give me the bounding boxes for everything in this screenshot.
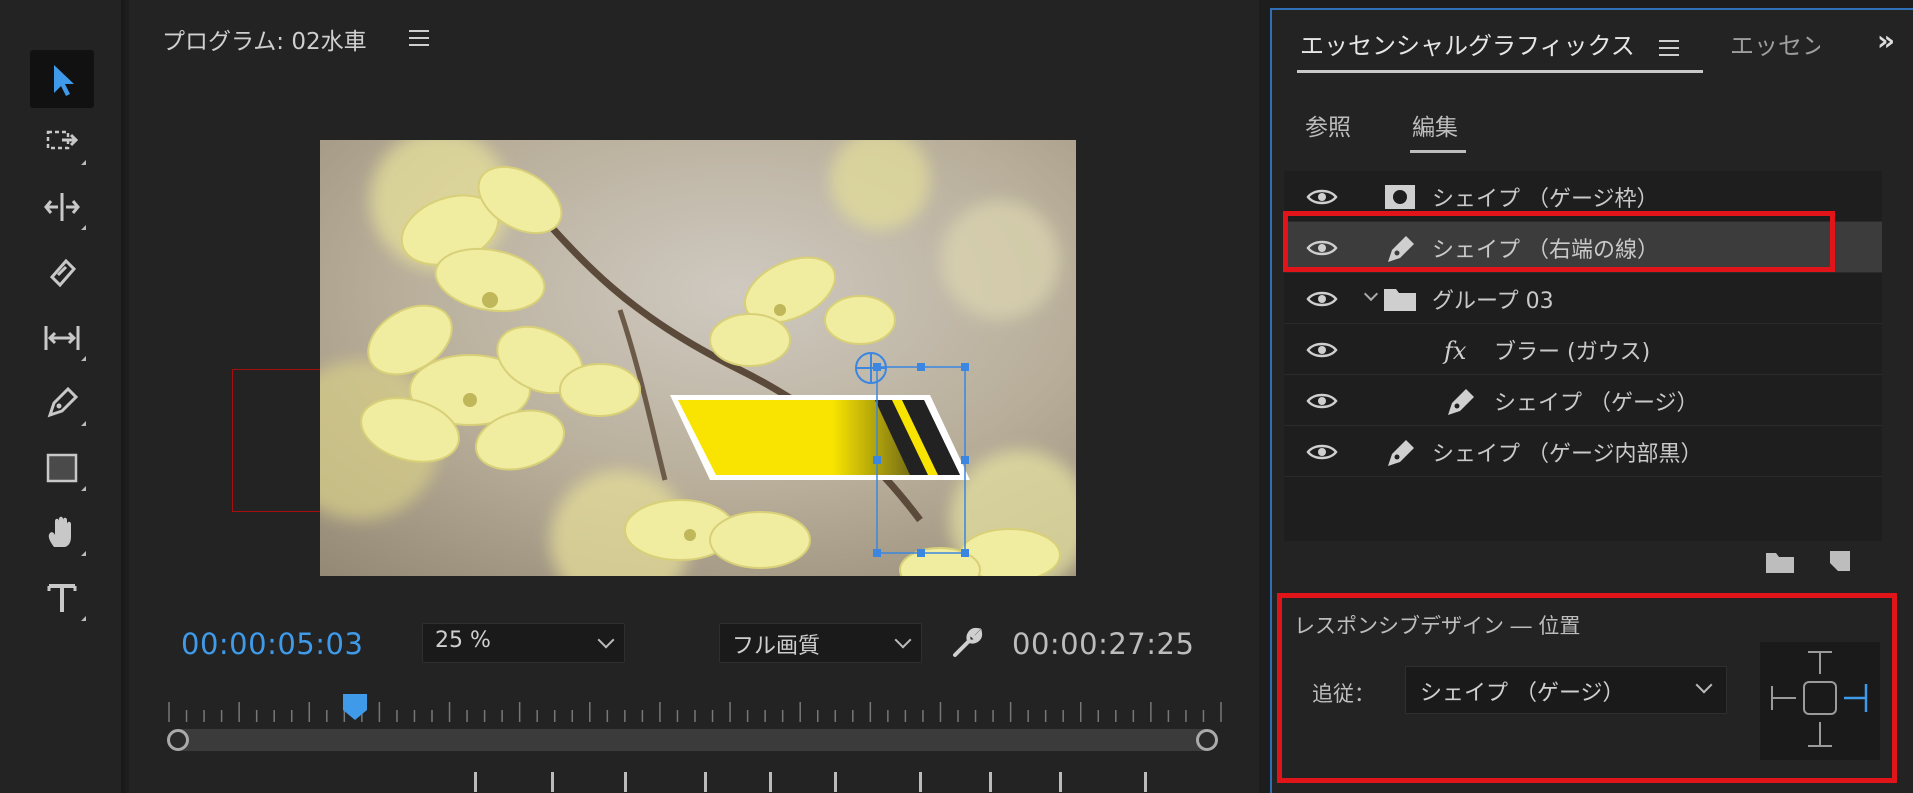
razor-tool[interactable]	[30, 244, 94, 302]
track-select-icon	[46, 130, 79, 150]
zoom-select-value: 25 %	[435, 628, 491, 653]
pen-tool[interactable]	[30, 374, 94, 432]
chevron-double-right-icon[interactable]: »	[1877, 24, 1895, 57]
eye-icon[interactable]	[1306, 340, 1338, 360]
mark-in-button[interactable]	[474, 772, 488, 792]
go-to-in-button[interactable]	[624, 772, 638, 792]
mark-out-button[interactable]	[551, 772, 565, 792]
active-tab-indicator	[1297, 70, 1703, 73]
tab-essential-sound[interactable]: エッセン	[1730, 26, 1820, 61]
monitor-title: プログラム: 02水車	[162, 29, 367, 55]
scroll-end-handle[interactable]	[1196, 729, 1218, 751]
layer-actions	[1272, 541, 1882, 581]
layer-name: シェイプ （ゲージ）	[1494, 391, 1699, 416]
layer-name: シェイプ （ゲージ内部黒）	[1432, 442, 1703, 467]
responsive-design-title: レスポンシブデザイン ― 位置	[1294, 614, 1581, 638]
type-tool[interactable]	[30, 569, 94, 627]
slip-tool[interactable]	[30, 309, 94, 367]
lift-button[interactable]	[919, 772, 933, 792]
rectangle-icon	[46, 453, 78, 483]
playhead-handle[interactable]	[341, 692, 369, 722]
slip-icon	[44, 326, 80, 350]
zoom-select[interactable]: 25 %	[422, 623, 625, 663]
layer-row[interactable]: シェイプ （ゲージ）	[1284, 375, 1882, 426]
pen-icon	[47, 386, 79, 418]
layer-name: ブラー (ガウス)	[1494, 340, 1651, 365]
layer-row[interactable]: fx ブラー (ガウス)	[1284, 324, 1882, 375]
mask-icon	[1385, 185, 1415, 209]
quality-select[interactable]: フル画質	[719, 623, 922, 663]
panel-menu-icon[interactable]	[1659, 40, 1679, 58]
export-frame-button[interactable]	[1059, 772, 1073, 792]
layer-name: グループ 03	[1432, 289, 1554, 314]
scroll-start-handle[interactable]	[167, 729, 189, 751]
ripple-edit-tool[interactable]	[30, 178, 94, 236]
button-editor-button[interactable]	[1144, 772, 1158, 792]
extract-button[interactable]	[989, 772, 1003, 792]
subtab-browse[interactable]: 参照	[1305, 108, 1351, 142]
hand-tool[interactable]	[30, 504, 94, 562]
type-icon	[47, 584, 77, 612]
follow-label: 追従：	[1312, 682, 1375, 706]
eye-icon[interactable]	[1306, 289, 1338, 309]
highlight-selected-layer	[1283, 211, 1835, 272]
subtab-edit[interactable]: 編集	[1412, 108, 1458, 142]
step-back-button[interactable]	[704, 772, 718, 792]
program-monitor: プログラム: 02水車 00:00:05:03 25 % フル画質 00:00:…	[129, 0, 1259, 793]
rectangle-tool[interactable]	[30, 439, 94, 497]
safe-area-outline	[232, 369, 327, 512]
duration-timecode: 00:00:27:25	[1012, 627, 1195, 661]
chevron-down-icon	[597, 631, 615, 649]
eye-icon[interactable]	[1306, 187, 1338, 207]
video-frame[interactable]	[320, 140, 1076, 576]
quality-select-value: フル画質	[732, 634, 821, 659]
video-image	[320, 140, 1076, 576]
chevron-down-icon	[1695, 676, 1713, 694]
razor-icon	[49, 258, 77, 288]
fx-icon: fx	[1442, 337, 1467, 365]
subtab-active-indicator	[1410, 150, 1466, 153]
pen-icon	[1388, 440, 1414, 466]
tools-panel	[0, 0, 125, 793]
layer-row[interactable]: シェイプ （ゲージ内部黒）	[1284, 426, 1882, 477]
layer-row[interactable]: グループ 03	[1284, 273, 1882, 324]
time-ruler[interactable]	[164, 700, 1226, 726]
current-timecode[interactable]: 00:00:05:03	[181, 627, 363, 661]
track-select-tool[interactable]	[30, 113, 94, 171]
new-layer-icon[interactable]	[1824, 549, 1854, 575]
follow-select[interactable]: シェイプ （ゲージ）	[1405, 666, 1727, 714]
transport-controls	[329, 772, 1229, 793]
hand-icon	[48, 516, 71, 547]
chevron-down-icon	[894, 631, 912, 649]
wrench-icon[interactable]	[949, 625, 985, 661]
layer-name: シェイプ （ゲージ枠）	[1432, 187, 1659, 212]
chevron-down-icon[interactable]	[1363, 286, 1379, 302]
follow-select-value: シェイプ （ゲージ）	[1420, 681, 1625, 706]
play-button[interactable]	[769, 772, 783, 792]
arrow-icon	[54, 65, 74, 96]
step-forward-button[interactable]	[834, 772, 848, 792]
new-group-folder-icon[interactable]	[1765, 549, 1795, 575]
monitor-menu-icon[interactable]	[409, 30, 429, 48]
eye-icon[interactable]	[1306, 442, 1338, 462]
folder-icon	[1384, 289, 1416, 311]
tab-essential-graphics[interactable]: エッセンシャルグラフィックス	[1300, 26, 1635, 61]
svg-text:fx: fx	[1442, 337, 1467, 365]
ripple-edit-icon	[44, 193, 80, 221]
eye-icon[interactable]	[1306, 391, 1338, 411]
responsive-design-section: レスポンシブデザイン ― 位置 追従： シェイプ （ゲージ）	[1277, 593, 1897, 783]
pen-icon	[1448, 389, 1474, 415]
pin-edges-widget[interactable]	[1760, 642, 1880, 760]
zoom-scrollbar[interactable]	[167, 729, 1218, 751]
selection-tool[interactable]	[30, 50, 94, 108]
